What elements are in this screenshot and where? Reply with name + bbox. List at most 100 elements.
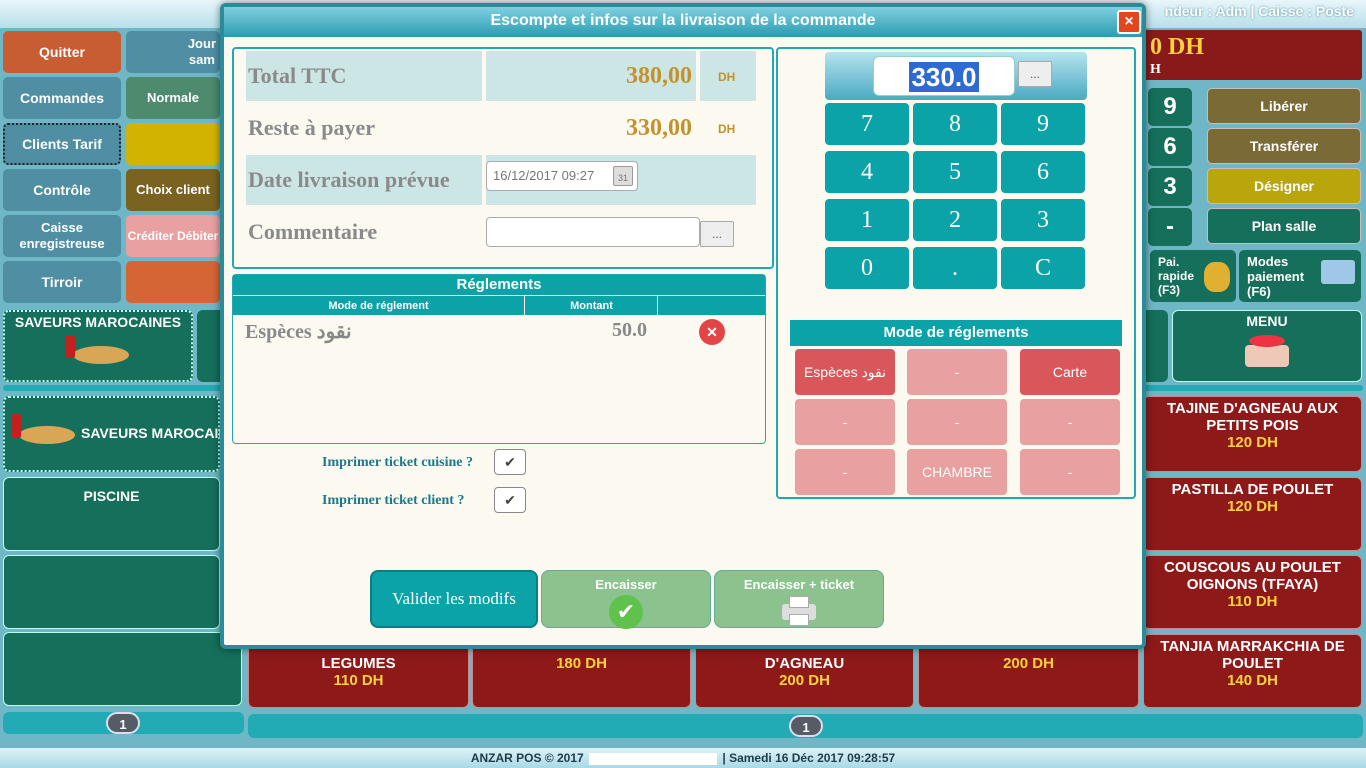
product-card[interactable]: PASTILLA DE POULET 120 DH <box>1143 477 1362 551</box>
mode-empty-button[interactable]: - <box>907 399 1007 445</box>
choix-client-button[interactable]: Choix client <box>126 169 220 211</box>
product-card[interactable]: TAJINE D'AGNEAU AUX PETITS POIS 120 DH <box>1143 396 1362 472</box>
yellow-button[interactable] <box>126 123 220 165</box>
key-5[interactable]: 5 <box>913 151 997 193</box>
product-card[interactable]: TANJIA MARRAKCHIA DE POULET 140 DH <box>1143 634 1362 708</box>
comment-input[interactable] <box>486 217 700 247</box>
key-clear[interactable]: C <box>1001 247 1085 289</box>
reste-label: Reste à payer <box>248 115 376 140</box>
encaisser-ticket-button[interactable]: Encaisser + ticket <box>714 570 884 628</box>
category-empty-1[interactable] <box>3 555 220 629</box>
category-saveurs-marocaines[interactable]: SAVEURS MAROCAINES <box>3 310 193 382</box>
product-price: 180 DH <box>556 655 607 672</box>
product-card[interactable]: 180 DH <box>472 640 691 708</box>
mode-chambre-button[interactable]: CHAMBRE <box>907 449 1007 495</box>
mode-especes-button[interactable]: Espèces نقود <box>795 349 895 395</box>
category-card-partial[interactable] <box>197 310 220 382</box>
normale-button[interactable]: Normale <box>126 77 220 119</box>
close-icon[interactable]: × <box>1117 10 1141 34</box>
journee-button[interactable]: Jour sam <box>126 31 220 73</box>
amount-value: 330.0 <box>909 62 979 92</box>
key-8[interactable]: 8 <box>913 103 997 145</box>
orange-button[interactable] <box>126 261 220 303</box>
mode-carte-button[interactable]: Carte <box>1020 349 1120 395</box>
pai-rapide-button[interactable]: Pai. rapide (F3) <box>1150 250 1236 302</box>
digit-minus-key[interactable]: - <box>1148 208 1192 246</box>
key-9[interactable]: 9 <box>1001 103 1085 145</box>
category-saveurs-marocaines-2[interactable]: SAVEURS MAROCAIN <box>3 396 229 472</box>
product-page-indicator[interactable]: 1 <box>789 715 823 737</box>
comment-row: Commentaire ... <box>246 207 756 257</box>
sandwich-icon <box>63 334 133 368</box>
print-client-checkbox[interactable]: ✔ <box>494 487 526 513</box>
payment-amount: 50.0 <box>612 319 647 341</box>
category-piscine[interactable]: PISCINE <box>3 477 220 551</box>
product-card[interactable]: D'AGNEAU 200 DH <box>695 640 914 708</box>
product-name: D'AGNEAU <box>764 655 845 672</box>
product-card[interactable]: LEGUMES 110 DH <box>248 640 469 708</box>
category-empty-2[interactable] <box>3 632 242 706</box>
checkmark-icon: ✔ <box>609 595 643 629</box>
date-input[interactable]: 16/12/2017 09:27 31 <box>486 161 638 191</box>
category-page-indicator[interactable]: 1 <box>106 712 140 734</box>
payment-mode: Espèces نقود <box>245 321 352 343</box>
quit-button[interactable]: Quitter <box>3 31 121 73</box>
category-menu[interactable]: MENU <box>1172 310 1362 382</box>
col-montant: Montant <box>526 296 658 316</box>
comment-more-button[interactable]: ... <box>700 221 734 247</box>
reglements-title: Réglements <box>233 275 765 295</box>
sandwich-icon <box>11 412 77 452</box>
mode-empty-button[interactable]: - <box>795 449 895 495</box>
product-name: PASTILLA DE POULET <box>1171 481 1334 498</box>
modes-paiement-button[interactable]: Modes paiement (F6) <box>1239 250 1361 302</box>
key-3[interactable]: 3 <box>1001 199 1085 241</box>
product-card[interactable]: COUSCOUS AU POULET OIGNONS (TFAYA) 110 D… <box>1143 555 1362 629</box>
total-value: 380,00 <box>486 51 696 101</box>
footer-copyright: ANZAR POS © 2017 <box>470 751 584 765</box>
controle-button[interactable]: Contrôle <box>3 169 121 211</box>
commands-button[interactable]: Commandes <box>3 77 121 119</box>
mode-empty-button[interactable]: - <box>795 399 895 445</box>
redacted-block <box>589 752 718 765</box>
encaisser-label: Encaisser <box>595 577 657 592</box>
clients-tarif-button[interactable]: Clients Tarif <box>3 123 121 165</box>
mode-empty-button[interactable]: - <box>1020 449 1120 495</box>
mode-empty-button[interactable]: - <box>907 349 1007 395</box>
tiroir-button[interactable]: Tirroir <box>3 261 121 303</box>
category-card-partial[interactable] <box>1146 310 1168 382</box>
key-dot[interactable]: . <box>913 247 997 289</box>
order-total-sub: H <box>1150 62 1161 77</box>
product-card[interactable]: 200 DH <box>918 640 1139 708</box>
order-total-display: 0 DH H <box>1140 30 1362 80</box>
amount-input[interactable]: 330.0 <box>873 56 1015 96</box>
transferer-button[interactable]: Transférer <box>1207 128 1361 164</box>
digit-3-key[interactable]: 3 <box>1148 168 1192 206</box>
category-label: PISCINE <box>83 488 140 504</box>
key-4[interactable]: 4 <box>825 151 909 193</box>
digit-9-key[interactable]: 9 <box>1148 88 1192 126</box>
designer-button[interactable]: Désigner <box>1207 168 1361 204</box>
valider-button[interactable]: Valider les modifs <box>370 570 538 628</box>
plan-salle-button[interactable]: Plan salle <box>1207 208 1361 244</box>
key-1[interactable]: 1 <box>825 199 909 241</box>
key-6[interactable]: 6 <box>1001 151 1085 193</box>
liberer-button[interactable]: Libérer <box>1207 88 1361 124</box>
key-0[interactable]: 0 <box>825 247 909 289</box>
reste-unit: DH <box>718 122 736 136</box>
mode-empty-button[interactable]: - <box>1020 399 1120 445</box>
key-2[interactable]: 2 <box>913 199 997 241</box>
encaisser-button[interactable]: Encaisser ✔ <box>541 570 711 629</box>
product-price: 200 DH <box>1003 655 1054 672</box>
total-row: Total TTC 380,00 DH <box>246 51 756 101</box>
calendar-icon[interactable]: 31 <box>613 166 633 186</box>
amount-more-button[interactable]: ... <box>1018 61 1052 87</box>
caisse-button[interactable]: Caisse enregistreuse <box>3 215 121 257</box>
product-price: 120 DH <box>1227 434 1278 451</box>
payment-row[interactable]: Espèces نقود 50.0 ✕ <box>233 315 765 351</box>
key-7[interactable]: 7 <box>825 103 909 145</box>
product-name: TANJIA MARRAKCHIA DE POULET <box>1160 638 1345 672</box>
print-kitchen-checkbox[interactable]: ✔ <box>494 449 526 475</box>
delete-icon[interactable]: ✕ <box>699 319 725 345</box>
digit-6-key[interactable]: 6 <box>1148 128 1192 166</box>
crediter-button[interactable]: Créditer Débiter <box>126 215 220 257</box>
